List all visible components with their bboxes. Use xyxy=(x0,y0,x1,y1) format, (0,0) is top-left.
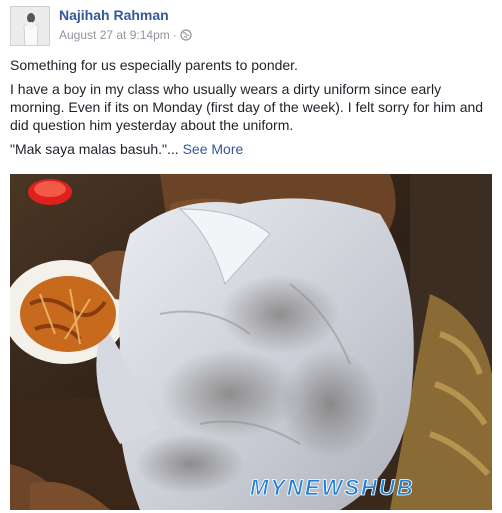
photo-illustration: MYNEWSHUB xyxy=(10,174,492,510)
facebook-post: Najihah Rahman August 27 at 9:14pm · Some… xyxy=(0,0,502,513)
see-more-link[interactable]: See More xyxy=(183,141,244,157)
author-avatar[interactable] xyxy=(10,6,50,46)
post-paragraph: Something for us especially parents to p… xyxy=(10,57,298,73)
photo-watermark: MYNEWSHUB xyxy=(250,475,415,500)
globe-icon[interactable] xyxy=(180,29,192,44)
post-quote: "Mak saya malas basuh." xyxy=(10,141,168,157)
avatar-figure-icon xyxy=(11,7,49,45)
post-paragraph: I have a boy in my class who usually wea… xyxy=(10,81,484,133)
ellipsis: ... xyxy=(167,141,179,157)
post-quote-line: "Mak saya malas basuh."... See More xyxy=(10,140,494,158)
post-text: Something for us especially parents to p… xyxy=(10,56,494,164)
author-name[interactable]: Najihah Rahman xyxy=(59,7,169,23)
post-meta: August 27 at 9:14pm · xyxy=(59,28,192,44)
post-photo[interactable]: MYNEWSHUB xyxy=(10,174,492,510)
meta-separator: · xyxy=(172,28,177,42)
post-header: Najihah Rahman August 27 at 9:14pm · xyxy=(10,6,490,46)
post-timestamp[interactable]: August 27 at 9:14pm xyxy=(59,28,170,42)
